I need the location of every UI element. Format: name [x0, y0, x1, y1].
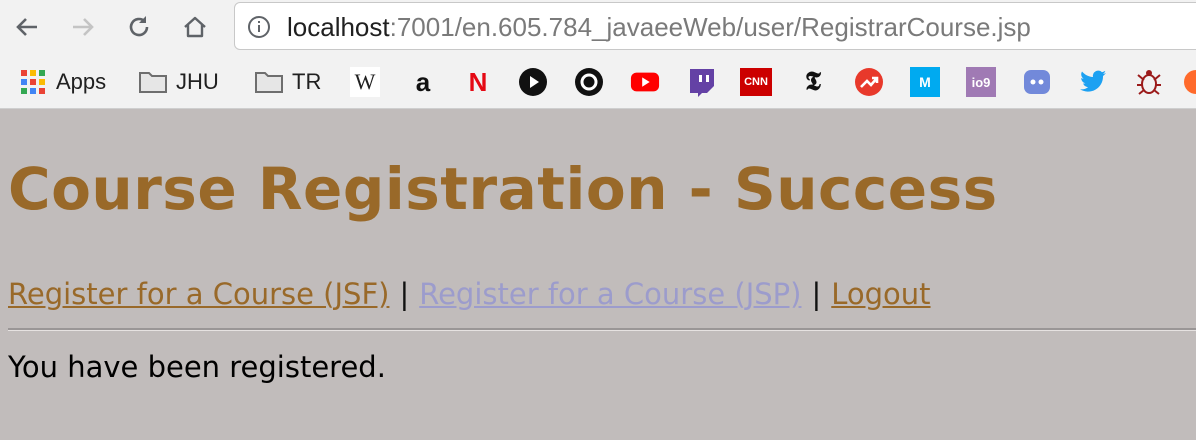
- bookmark-netflix[interactable]: N: [463, 66, 493, 98]
- success-message: You have been registered.: [8, 350, 386, 384]
- bookmark-medium[interactable]: M: [910, 66, 940, 98]
- bookmark-wikipedia[interactable]: W: [350, 66, 380, 98]
- bookmark-label: JHU: [176, 69, 219, 94]
- forward-button[interactable]: [66, 10, 100, 44]
- browser-toolbar: localhost:7001/en.605.784_javaeeWeb/user…: [0, 0, 1196, 56]
- amazon-icon: a: [408, 67, 438, 97]
- address-bar[interactable]: localhost:7001/en.605.784_javaeeWeb/user…: [234, 2, 1196, 50]
- nytimes-icon: 𝕿: [798, 67, 828, 97]
- page-content: Course Registration - Success Register f…: [0, 109, 1196, 440]
- bookmarks-bar: Apps JHU TR W a N CNN 𝕿 M io9: [0, 56, 1196, 109]
- bug-icon: [1134, 67, 1164, 97]
- io9-glyph: io9: [971, 74, 991, 90]
- bookmark-twitter[interactable]: [1078, 66, 1108, 98]
- url-host: localhost: [287, 12, 390, 42]
- register-jsp-link[interactable]: Register for a Course (JSP): [419, 277, 801, 311]
- medium-glyph: M: [919, 74, 931, 90]
- bookmark-overflow[interactable]: [1184, 66, 1196, 98]
- bookmark-cnn[interactable]: CNN: [740, 66, 772, 98]
- bookmark-bug[interactable]: [1134, 66, 1164, 98]
- nav-links: Register for a Course (JSF) | Register for…: [8, 277, 931, 311]
- bookmark-label: TR: [292, 69, 322, 94]
- logout-link[interactable]: Logout: [831, 277, 930, 311]
- bookmark-label: Apps: [56, 69, 107, 94]
- url-path: :7001/en.605.784_javaeeWeb/user/Registra…: [389, 12, 1031, 42]
- page-title: Course Registration - Success: [8, 155, 998, 223]
- bookmark-youtube[interactable]: [630, 66, 660, 98]
- bookmark-circle[interactable]: [574, 66, 604, 98]
- amazon-glyph: a: [415, 66, 431, 97]
- bookmark-nytimes[interactable]: 𝕿: [798, 66, 828, 98]
- discord-icon: [1022, 67, 1052, 97]
- bookmark-discord[interactable]: [1022, 66, 1052, 98]
- back-button[interactable]: [10, 10, 44, 44]
- bookmark-twitch[interactable]: [686, 66, 716, 98]
- bookmark-tr[interactable]: TR: [254, 66, 321, 98]
- io9-icon: io9: [966, 67, 996, 97]
- youtube-icon: [630, 67, 660, 97]
- register-jsf-link[interactable]: Register for a Course (JSF): [8, 277, 389, 311]
- bookmark-play[interactable]: [518, 66, 548, 98]
- link-separator: |: [811, 277, 822, 311]
- bookmark-apps[interactable]: Apps: [18, 66, 106, 98]
- bookmark-jhu[interactable]: JHU: [138, 66, 219, 98]
- netflix-icon: N: [463, 67, 493, 97]
- reload-icon: [129, 16, 149, 37]
- home-button[interactable]: [178, 10, 212, 44]
- trending-icon: [854, 67, 884, 97]
- twitter-icon: [1078, 67, 1108, 97]
- apps-grid-icon: [18, 67, 48, 97]
- bookmark-io9[interactable]: io9: [966, 66, 996, 98]
- home-icon: [184, 16, 206, 38]
- wikipedia-icon: W: [350, 67, 380, 97]
- nytimes-glyph: 𝕿: [805, 66, 821, 97]
- bookmark-amazon[interactable]: a: [408, 66, 438, 98]
- horizontal-rule: [8, 328, 1196, 331]
- back-arrow-icon: [16, 18, 37, 36]
- wikipedia-glyph: W: [354, 69, 376, 94]
- forward-arrow-icon: [73, 18, 94, 36]
- twitch-icon: [686, 67, 716, 97]
- folder-icon: [254, 67, 284, 97]
- medium-icon: M: [910, 67, 940, 97]
- site-info-icon[interactable]: [247, 15, 271, 43]
- cnn-icon: CNN: [740, 68, 772, 96]
- cnn-glyph: CNN: [744, 76, 768, 88]
- folder-icon: [138, 67, 168, 97]
- netflix-glyph: N: [468, 66, 488, 97]
- orange-circle-icon: [1184, 70, 1196, 94]
- play-icon: [518, 67, 548, 97]
- reload-button[interactable]: [122, 10, 156, 44]
- url-text[interactable]: localhost:7001/en.605.784_javaeeWeb/user…: [287, 12, 1031, 43]
- bookmark-trending[interactable]: [854, 66, 884, 98]
- link-separator: |: [399, 277, 410, 311]
- circle-icon: [574, 67, 604, 97]
